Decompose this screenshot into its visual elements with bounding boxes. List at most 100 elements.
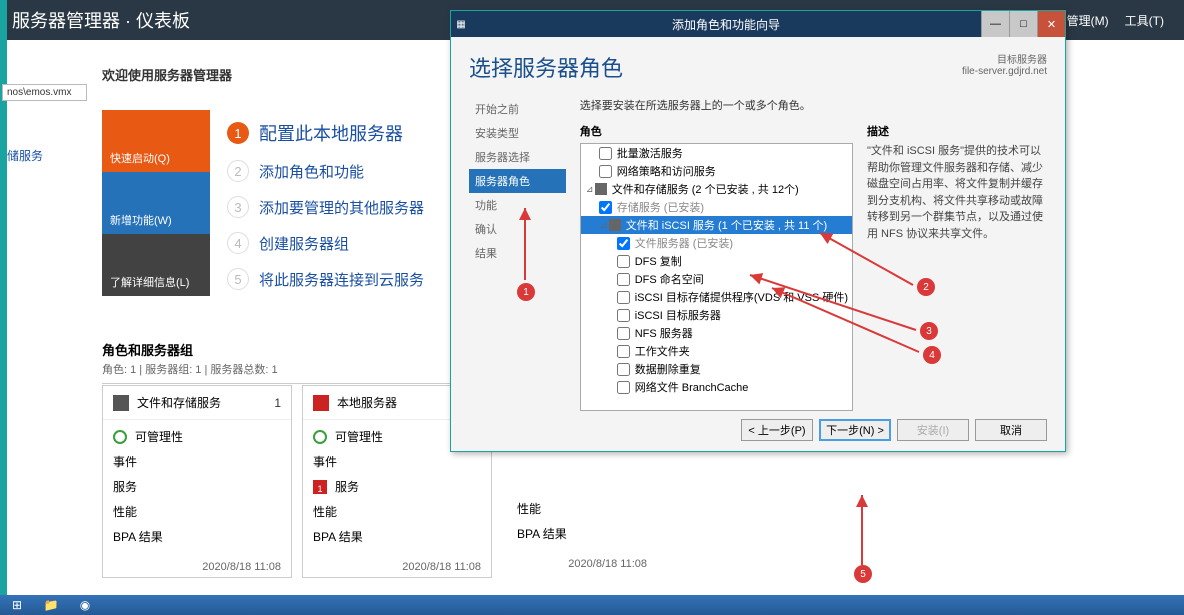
role-row[interactable]: 网络文件 BranchCache <box>581 378 852 396</box>
install-button[interactable]: 安装(I) <box>897 419 969 441</box>
taskbar[interactable]: ⊞ 📁 ◉ <box>0 595 1184 615</box>
role-checkbox[interactable] <box>617 237 630 250</box>
nav-before[interactable]: 开始之前 <box>469 97 566 121</box>
wizard-titlebar[interactable]: ▦ 添加角色和功能向导 — □ ✕ <box>451 11 1065 37</box>
role-checkbox[interactable] <box>599 147 612 160</box>
step2-label[interactable]: 添加角色和功能 <box>259 161 364 182</box>
role-label: 文件和存储服务 (2 个已安装 , 共 12个) <box>612 181 799 197</box>
role-checkbox[interactable] <box>617 309 630 322</box>
nav-roles[interactable]: 服务器角色 <box>469 169 566 193</box>
card2-r5: BPA 结果 <box>313 528 363 545</box>
minimize-button[interactable]: — <box>981 11 1009 37</box>
role-checkbox[interactable] <box>617 291 630 304</box>
role-label: 网络策略和访问服务 <box>617 163 716 179</box>
quick-sidebar: 快速启动(Q) 新增功能(W) 了解详细信息(L) <box>102 110 210 296</box>
whats-new-bar[interactable]: 新增功能(W) <box>102 172 210 234</box>
card1-r2: 事件 <box>113 453 137 470</box>
target-server: file-server.gdjrd.net <box>962 66 1047 77</box>
wizard-nav: 开始之前 安装类型 服务器选择 服务器角色 功能 确认 结果 <box>469 97 566 411</box>
nav-features[interactable]: 功能 <box>469 193 566 217</box>
role-row[interactable]: NFS 服务器 <box>581 324 852 342</box>
nav-result[interactable]: 结果 <box>469 241 566 265</box>
desc-text: "文件和 iSCSI 服务"提供的技术可以帮助你管理文件服务器和存储、减少磁盘空… <box>867 143 1047 242</box>
step5-label[interactable]: 将此服务器连接到云服务 <box>259 269 424 290</box>
role-row[interactable]: 工作文件夹 <box>581 342 852 360</box>
role-row[interactable]: 存储服务 (已安装) <box>581 198 852 216</box>
step3-label[interactable]: 添加要管理的其他服务器 <box>259 197 424 218</box>
tools-menu[interactable]: 工具(T) <box>1125 12 1164 29</box>
manage-menu[interactable]: 管理(M) <box>1067 12 1109 29</box>
ok-icon <box>313 430 327 444</box>
role-row[interactable]: 批量激活服务 <box>581 144 852 162</box>
wizard-instruction: 选择要安装在所选服务器上的一个或多个角色。 <box>580 97 1047 113</box>
annotation-1: 1 <box>517 283 535 301</box>
wizard-icon: ▦ <box>451 19 471 30</box>
role-row[interactable]: DFS 命名空间 <box>581 270 852 288</box>
next-button[interactable]: 下一步(N) > <box>819 419 891 441</box>
role-row[interactable]: ⊿文件和 iSCSI 服务 (1 个已安装 , 共 11 个) <box>581 216 852 234</box>
card1-r5: BPA 结果 <box>113 528 163 545</box>
explorer-icon[interactable]: 📁 <box>34 596 68 614</box>
groups-header: 角色和服务器组 角色: 1 | 服务器组: 1 | 服务器总数: 1 <box>102 340 492 384</box>
card2-date: 2020/8/18 11:08 <box>303 555 491 577</box>
desc-header: 描述 <box>867 123 1047 139</box>
left-link[interactable]: 储服务 <box>7 147 43 164</box>
groups-title: 角色和服务器组 <box>102 340 492 359</box>
wizard-heading: 选择服务器角色 <box>469 51 623 83</box>
annotation-4: 4 <box>923 346 941 364</box>
role-row[interactable]: 文件服务器 (已安装) <box>581 234 852 252</box>
role-checkbox[interactable] <box>599 165 612 178</box>
nav-confirm[interactable]: 确认 <box>469 217 566 241</box>
role-label: 工作文件夹 <box>635 343 690 359</box>
prev-button[interactable]: < 上一步(P) <box>741 419 813 441</box>
card1-count: 1 <box>274 396 281 410</box>
start-button[interactable]: ⊞ <box>0 596 34 614</box>
card1-r1: 可管理性 <box>135 428 183 445</box>
nav-type[interactable]: 安装类型 <box>469 121 566 145</box>
role-row[interactable]: 网络策略和访问服务 <box>581 162 852 180</box>
target-label: 目标服务器 <box>962 51 1047 66</box>
extra-r1: 性能 <box>517 500 541 517</box>
role-label: DFS 命名空间 <box>635 271 704 287</box>
role-row[interactable]: iSCSI 目标存储提供程序(VDS 和 VSS 硬件) <box>581 288 852 306</box>
role-checkbox[interactable] <box>617 363 630 376</box>
stray-tab[interactable]: nos\emos.vmx <box>2 84 87 101</box>
annotation-5: 5 <box>854 565 872 583</box>
role-label: NFS 服务器 <box>635 325 693 341</box>
card2-r1: 可管理性 <box>335 428 383 445</box>
role-checkbox[interactable] <box>617 255 630 268</box>
learn-more-bar[interactable]: 了解详细信息(L) <box>102 234 210 296</box>
cancel-button[interactable]: 取消 <box>975 419 1047 441</box>
card2-r3: 服务 <box>335 478 359 495</box>
roles-header: 角色 <box>580 123 853 139</box>
config-steps: 1配置此本地服务器 2添加角色和功能 3添加要管理的其他服务器 4创建服务器组 … <box>227 120 424 304</box>
maximize-button[interactable]: □ <box>1009 11 1037 37</box>
role-checkbox[interactable] <box>617 327 630 340</box>
step1-label[interactable]: 配置此本地服务器 <box>259 120 403 146</box>
step1-num: 1 <box>227 122 249 144</box>
role-label: 文件服务器 (已安装) <box>635 235 733 251</box>
role-checkbox[interactable] <box>599 201 612 214</box>
quick-start-bar[interactable]: 快速启动(Q) <box>102 110 210 172</box>
role-row[interactable]: iSCSI 目标服务器 <box>581 306 852 324</box>
nav-select[interactable]: 服务器选择 <box>469 145 566 169</box>
roles-listbox[interactable]: 批量激活服务网络策略和访问服务⊿文件和存储服务 (2 个已安装 , 共 12个)… <box>580 143 853 411</box>
role-checkbox[interactable] <box>617 345 630 358</box>
app-title: 服务器管理器 · 仪表板 <box>12 7 190 33</box>
role-row[interactable]: DFS 复制 <box>581 252 852 270</box>
step4-label[interactable]: 创建服务器组 <box>259 233 349 254</box>
card1-r3: 服务 <box>113 478 137 495</box>
extra-r2: BPA 结果 <box>517 525 567 542</box>
dashboard-cards: 文件和存储服务1 可管理性 事件 服务 性能 BPA 结果 2020/8/18 … <box>102 385 492 578</box>
step3-num: 3 <box>227 196 249 218</box>
role-checkbox[interactable] <box>617 273 630 286</box>
card-file-storage[interactable]: 文件和存储服务1 可管理性 事件 服务 性能 BPA 结果 2020/8/18 … <box>102 385 292 578</box>
role-row[interactable]: 数据删除重复 <box>581 360 852 378</box>
chrome-icon[interactable]: ◉ <box>68 596 102 614</box>
role-label: iSCSI 目标存储提供程序(VDS 和 VSS 硬件) <box>635 289 848 305</box>
ok-icon <box>113 430 127 444</box>
storage-icon <box>113 395 129 411</box>
close-button[interactable]: ✕ <box>1037 11 1065 37</box>
role-checkbox[interactable] <box>617 381 630 394</box>
role-row[interactable]: ⊿文件和存储服务 (2 个已安装 , 共 12个) <box>581 180 852 198</box>
